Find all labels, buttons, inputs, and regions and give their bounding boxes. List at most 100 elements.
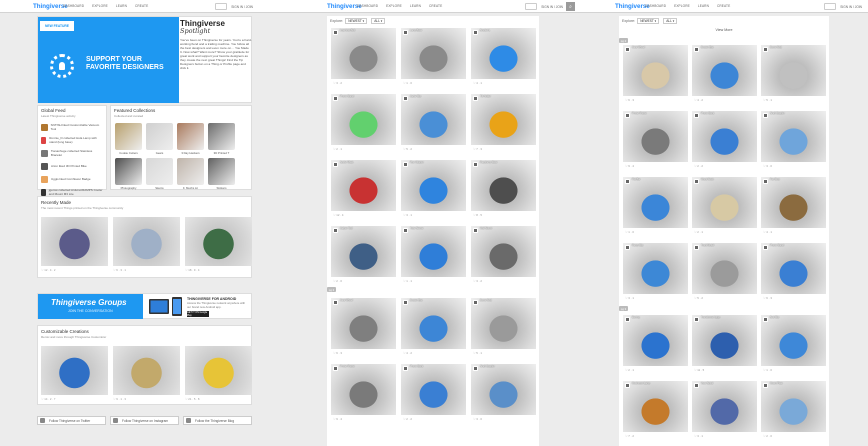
signin-link[interactable]: SIGN IN / JOIN [231,5,253,9]
designer-avatar[interactable] [403,30,408,35]
thing-tile[interactable]: Shaft Coupler ♡ 3 · 0 [471,364,536,423]
thing-tile[interactable]: Wood Grain ♡ 2 · 1 [692,177,757,236]
thing-tile[interactable]: Fan Duct ♡ 4 · 1 [761,177,826,236]
thing-tile[interactable]: Caliper Tool ♡ 2 · 0 [331,226,396,285]
thing-tile[interactable]: Lamp Base ♡ 1 · 0 [401,28,466,87]
collection-tile[interactable]: Cookie Cutters [114,123,143,156]
search-input[interactable] [525,3,538,10]
filter-select[interactable]: ALL ▾ [371,18,386,24]
collection-tile[interactable]: Skeins [145,158,174,191]
thing-tile[interactable]: Vase Spiral ♡ 3 · 1 [692,381,757,440]
thing-card[interactable]: ♡ 12 · 4 · 2 [41,217,108,273]
designer-avatar[interactable] [403,300,408,305]
feed-item[interactable]: Arion liked 3D Printed Bike [41,160,103,173]
designer-avatar[interactable] [625,113,630,118]
collection-tile[interactable]: 3 Day Hackers [176,123,205,156]
designer-avatar[interactable] [763,47,768,52]
collection-tile[interactable]: Photography [114,158,143,191]
thing-tile[interactable]: Bed Clip ♡ 1 · 0 [761,315,826,374]
collection-tile[interactable]: Gears [145,123,174,156]
nav-explore[interactable]: EXPLORE [92,4,108,8]
designer-avatar[interactable] [694,113,699,118]
nav-learn[interactable]: LEARN [410,4,421,8]
thing-card[interactable]: ♡ 14 · 2 · 7 [41,346,108,402]
designer-avatar[interactable] [333,162,338,167]
thing-tile[interactable]: Ramp Clip ♡ 3 · 1 [623,243,688,302]
designer-avatar[interactable] [625,47,630,52]
thingiverse-logo[interactable]: Thingiverse [615,3,650,10]
designer-avatar[interactable] [473,162,478,167]
designer-avatar[interactable] [763,245,768,250]
designer-avatar[interactable] [403,366,408,371]
thing-tile[interactable]: Printer Frame ♡ 9 · 4 [331,364,396,423]
thing-tile[interactable]: Gear Wheel ♡ 6 · 3 [331,298,396,357]
designer-avatar[interactable] [473,300,478,305]
thing-tile[interactable]: Wall Mount ♡ 3 · 2 [471,226,536,285]
designer-avatar[interactable] [625,317,630,322]
nav-dashboard[interactable]: DASHBOARD [63,4,84,8]
thing-tile[interactable]: Mushroom Lamp ♡ 7 · 2 [623,381,688,440]
thing-tile[interactable]: Cable Clip ♡ 5 · 2 [401,94,466,153]
designer-avatar[interactable] [763,113,768,118]
thing-tile[interactable]: Spider Mask ♡ 12 · 4 [331,160,396,219]
designer-avatar[interactable] [625,383,630,388]
feed-item[interactable]: Ronnie_D collected Hula Lamp with stand … [41,134,103,147]
blog-follow-button[interactable]: Follow the Thingiverse Blog [183,416,252,425]
sort-select[interactable]: NEWEST ▾ [637,18,660,24]
nav-create[interactable]: CREATE [717,4,730,8]
nav-create[interactable]: CREATE [429,4,442,8]
thing-tile[interactable]: Flat Bar ♡ 1 · 0 [623,177,688,236]
designer-avatar[interactable] [403,228,408,233]
thing-card[interactable]: ♡ 18 · 9 · 4 [185,217,252,273]
collection-tile[interactable]: 3D Printed T [207,123,236,156]
nav-explore[interactable]: EXPLORE [674,4,690,8]
thing-tile[interactable]: Pipe Adapter ♡ 3 · 1 [401,160,466,219]
thing-tile[interactable]: Dome Grid ♡ 5 · 1 [761,45,826,104]
thing-tile[interactable]: Dome Grid ♡ 5 · 1 [471,298,536,357]
thing-tile[interactable]: Raspberry Case ♡ 8 · 5 [471,160,536,219]
designer-avatar[interactable] [763,179,768,184]
thing-tile[interactable]: Phone Dock ♡ 2 · 2 [692,111,757,170]
thing-tile[interactable]: Phone Dock ♡ 2 · 2 [401,364,466,423]
designer-avatar[interactable] [403,162,408,167]
thing-tile[interactable]: Mount Plate ♡ 2 · 0 [761,381,826,440]
instagram-follow-button[interactable]: Follow Thingiverse on Instagram [110,416,179,425]
designer-avatar[interactable] [473,30,478,35]
designer-avatar[interactable] [625,245,630,250]
thingiverse-logo[interactable]: Thingiverse [33,3,68,10]
nav-dashboard[interactable]: DASHBOARD [357,4,378,8]
search-input[interactable] [215,3,228,10]
thingiverse-logo[interactable]: Thingiverse [327,3,362,10]
collection-tile[interactable]: Stickers [207,158,236,191]
designer-avatar[interactable] [763,317,768,322]
thing-card[interactable]: ♡ 9 · 1 · 3 [113,346,180,402]
feed-item[interactable]: Tiananhuge collected Stainless Bracelet [41,147,103,160]
thing-tile[interactable]: Earring ♡ 2 · 1 [623,315,688,374]
hero-banner[interactable]: NEW FEATURE SUPPORT YOUR FAVORITE DESIGN… [38,17,179,103]
thing-tile[interactable]: Drawer Box ♡ 4 · 2 [401,298,466,357]
search-icon[interactable]: ⌕ [566,2,575,11]
google-play-button[interactable]: GET IT ON Google Play [187,311,209,317]
feed-item[interactable]: SNTISH liked Customizable Vacuum Tool [41,121,103,134]
filter-select[interactable]: ALL ▾ [663,18,678,24]
thing-card[interactable]: ♡ 21 · 5 · 8 [185,346,252,402]
signin-link[interactable]: SIGN IN / JOIN [840,5,862,9]
designer-avatar[interactable] [403,96,408,101]
search-input[interactable] [824,3,837,10]
designer-avatar[interactable] [694,179,699,184]
sort-select[interactable]: NEWEST ▾ [345,18,368,24]
designer-avatar[interactable] [763,383,768,388]
thing-tile[interactable]: Transformer Logo ♡ 11 · 5 [692,315,757,374]
thing-tile[interactable]: Drawer Box ♡ 4 · 2 [692,45,757,104]
thing-tile[interactable]: Phone Stand ♡ 2 · 1 [331,94,396,153]
designer-avatar[interactable] [333,366,338,371]
designer-avatar[interactable] [694,383,699,388]
nav-learn[interactable]: LEARN [116,4,127,8]
nav-explore[interactable]: EXPLORE [386,4,402,8]
designer-avatar[interactable] [694,317,699,322]
thing-tile[interactable]: Ingenious Bolt ♡ 3 · 2 [331,28,396,87]
designer-avatar[interactable] [333,96,338,101]
designer-avatar[interactable] [333,228,338,233]
designer-avatar[interactable] [694,245,699,250]
designer-avatar[interactable] [333,300,338,305]
